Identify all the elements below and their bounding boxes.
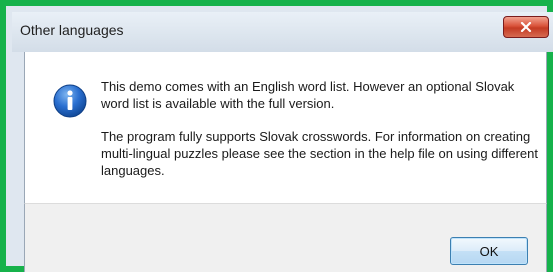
dialog-window: Other languages This demo comes with an … (0, 0, 553, 272)
info-icon (53, 84, 87, 118)
message-paragraph-1: This demo comes with an English word lis… (101, 79, 515, 111)
title-bar[interactable]: Other languages (12, 12, 553, 52)
window-title: Other languages (20, 22, 124, 38)
close-button[interactable] (503, 16, 549, 38)
button-bar: OK (24, 203, 547, 272)
ok-button[interactable]: OK (450, 237, 528, 265)
close-icon (520, 22, 532, 32)
message-paragraph-2: The program fully supports Slovak crossw… (101, 129, 538, 178)
message-text: This demo comes with an English word lis… (101, 78, 541, 195)
message-area: This demo comes with an English word lis… (24, 52, 547, 203)
